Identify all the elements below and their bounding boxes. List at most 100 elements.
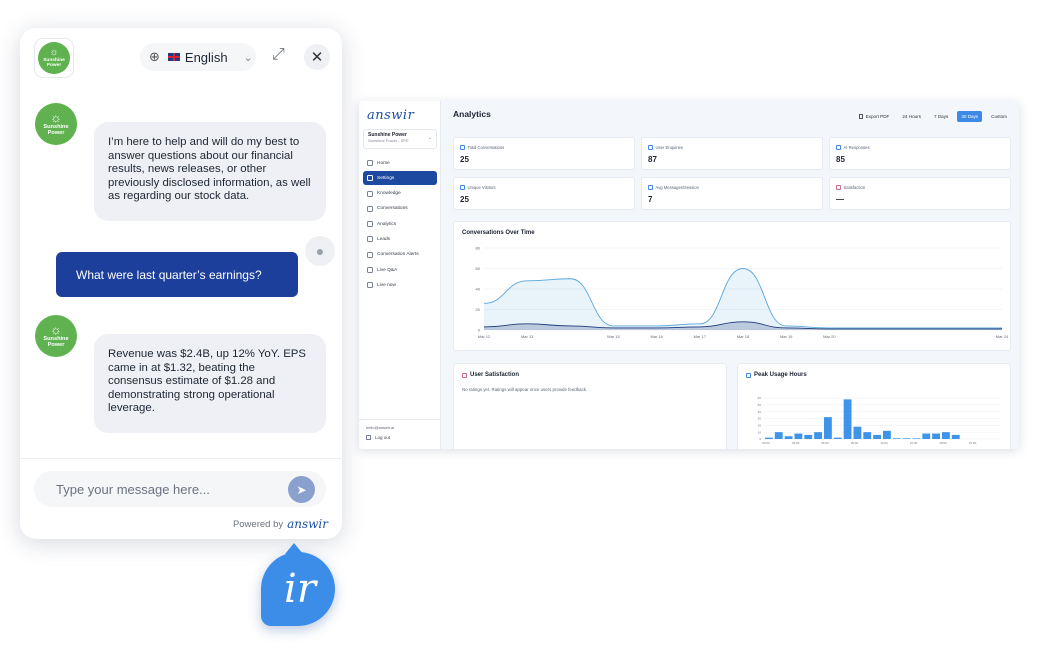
sidebar-item-alerts[interactable]: Conversation Alerts [363, 248, 437, 262]
range-custom[interactable]: Custom [987, 111, 1011, 122]
close-button[interactable]: ✕ [304, 44, 330, 70]
chat-header: ☼ Sunshine Power ⊕ English ⌄ ⤢ ✕ [20, 28, 342, 88]
x-tick-label: 18:00 [939, 441, 947, 445]
chat-launcher-button[interactable]: ir [261, 543, 335, 626]
y-tick-label: 20 [758, 424, 762, 428]
send-button[interactable]: ➤ [288, 476, 315, 503]
bar [883, 430, 891, 439]
stat-unique-visitors: Unique Visitors 25 [453, 177, 635, 210]
book-icon [367, 190, 373, 197]
bar [804, 434, 813, 439]
x-tick-label: 03:00 [792, 441, 800, 445]
peak-usage-card: Peak Usage Hours 0 10 20 30 40 50 60 00:00 03:00… [737, 363, 1011, 449]
sidebar-nav: Home Settings Knowledge Conversations An… [363, 156, 437, 294]
chat-footer: ➤ Powered byanswir [20, 458, 342, 539]
y-tick-label: 40 [758, 410, 762, 414]
language-selector[interactable]: ⊕ English ⌄ [140, 43, 256, 71]
sun-icon: ☼ [49, 46, 59, 58]
bar [784, 436, 793, 439]
bar [794, 433, 803, 439]
export-pdf-button[interactable]: Export PDF [855, 111, 894, 122]
bar [951, 434, 960, 439]
sidebar-item-live-now[interactable]: Live now [363, 278, 437, 292]
x-tick-label: Mar 20 [823, 334, 836, 339]
x-tick-label: Mar 16 [650, 334, 663, 339]
x-tick-label: Mar 24 [996, 334, 1009, 339]
bar [912, 438, 921, 439]
chat-icon [367, 205, 373, 212]
bar [833, 437, 842, 439]
range-toolbar: Export PDF 24 Hours 7 Days 30 Days Custo… [855, 111, 1011, 122]
dashboard-main: Analytics Export PDF 24 Hours 7 Days 30 … [441, 101, 1019, 449]
users-icon [460, 185, 465, 190]
dashboard-sidebar: answir Sunshine Power Sunshine Power - S… [359, 101, 441, 449]
y-tick-label: 0 [478, 328, 481, 333]
close-icon: ✕ [310, 49, 324, 66]
bar [863, 432, 872, 439]
x-tick-label: 21:00 [969, 441, 977, 445]
range-7d[interactable]: 7 Days [930, 111, 952, 122]
bar [853, 426, 862, 439]
search-icon [648, 145, 653, 150]
x-tick-label: Mar 12 [478, 334, 491, 339]
range-30d[interactable]: 30 Days [957, 111, 983, 122]
user-icon: ● [315, 243, 325, 259]
bar [814, 432, 822, 439]
range-24h[interactable]: 24 Hours [898, 111, 925, 122]
chart-icon [367, 221, 373, 228]
satisfaction-empty-message: No ratings yet. Ratings will appear once… [462, 387, 588, 392]
sidebar-item-knowledge[interactable]: Knowledge [363, 187, 437, 201]
gear-icon [367, 175, 373, 182]
clock-icon [648, 185, 653, 190]
org-selector[interactable]: Sunshine Power Sunshine Power - SPE ⌄ [363, 129, 437, 149]
bot-message: I’m here to help and will do my best to … [94, 122, 326, 221]
bar [932, 433, 940, 439]
sidebar-item-conversations[interactable]: Conversations [363, 202, 437, 216]
x-tick-label: Mar 18 [737, 334, 750, 339]
answir-logo: answir [287, 517, 328, 531]
sun-icon: ☼ [50, 110, 62, 126]
language-label: English [184, 49, 228, 65]
bar [942, 432, 950, 439]
x-tick-label: 09:00 [851, 441, 859, 445]
y-tick-label: 50 [758, 403, 762, 407]
logout-icon [366, 435, 371, 440]
y-tick-label: 10 [758, 430, 762, 434]
uk-flag-icon [167, 53, 180, 61]
x-tick-label: 00:00 [762, 441, 770, 445]
message-input-box [34, 471, 326, 507]
sidebar-item-leads[interactable]: Leads [363, 232, 437, 246]
conversations-chart-card: Conversations Over Time 0 20 40 60 80 Mar 12 M… [453, 221, 1011, 351]
x-tick-label: 06:00 [821, 441, 829, 445]
sidebar-item-analytics[interactable]: Analytics [363, 217, 437, 231]
file-icon [858, 114, 863, 119]
robot-icon [836, 145, 841, 150]
stat-avg-messages: Avg Messages/Session 7 [641, 177, 823, 210]
bot-avatar: ☼ Sunshine Power [35, 103, 77, 145]
x-tick-label: Mar 19 [780, 334, 793, 339]
sidebar-item-settings[interactable]: Settings [363, 171, 437, 186]
expand-icon[interactable]: ⤢ [272, 47, 285, 63]
bot-avatar: ☼ Sunshine Power [35, 315, 77, 357]
x-tick-label: Mar 13 [521, 334, 534, 339]
sidebar-item-home[interactable]: Home [363, 156, 437, 170]
answir-logo: answir [367, 108, 415, 123]
y-tick-label: 30 [758, 417, 762, 421]
sidebar-item-live-qa[interactable]: Live Q&A [363, 263, 437, 277]
bot-message: Revenue was $2.4B, up 12% YoY. EPS came … [94, 334, 326, 433]
message-input[interactable] [56, 481, 276, 497]
sun-icon: ☼ [50, 322, 62, 338]
launcher-logo: ir [284, 566, 316, 612]
satisfaction-title: User Satisfaction [470, 372, 520, 378]
y-tick-label: 60 [476, 266, 481, 271]
bar [892, 438, 901, 439]
bar [824, 417, 832, 439]
satisfaction-card: User Satisfaction No ratings yet. Rating… [453, 363, 727, 449]
bar [902, 438, 911, 439]
stat-satisfaction: Satisfaction — [829, 177, 1011, 210]
y-tick-label: 40 [476, 287, 481, 292]
logout-button[interactable]: Log out [366, 435, 390, 440]
powered-by: Powered by answir [232, 517, 328, 531]
thumbs-up-icon [836, 185, 841, 190]
stat-ai-responses: AI Responses 85 [829, 137, 1011, 170]
